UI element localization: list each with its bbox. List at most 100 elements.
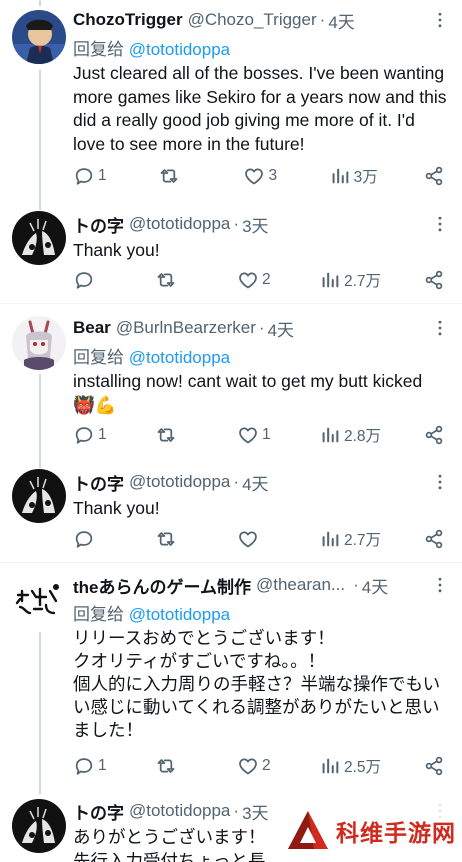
tweet-text: リリースおめでとうございます！ クオリティがすごいですね。。！ 個人的に入力周り… [73,628,441,740]
timestamp[interactable]: 4天 [268,316,294,341]
display-name[interactable]: Bear [73,318,111,338]
reply-icon [73,755,95,777]
reply-icon [73,424,95,446]
views-button[interactable]: 3万 [329,162,378,190]
retweet-icon [155,528,177,550]
avatar[interactable] [12,10,66,64]
share-button[interactable] [423,525,445,553]
reply-count: 1 [98,167,107,184]
tweet[interactable]: Bear @BurlnBearzerker · 4天 回复给 @tototido… [0,304,462,460]
more-icon[interactable] [430,573,450,597]
separator-dot: · [258,318,265,337]
avatar[interactable] [12,211,66,265]
views-icon [319,269,341,291]
retweet-button[interactable] [155,752,195,780]
share-button[interactable] [423,266,445,294]
retweet-icon [155,424,177,446]
like-button[interactable]: 2 [237,266,277,294]
retweet-icon [155,755,177,777]
share-button[interactable] [423,752,445,780]
view-count: 2.7万 [343,532,382,549]
reply-count: 1 [98,426,107,443]
avatar[interactable] [12,573,66,627]
reply-button[interactable]: 1 [73,421,113,449]
share-icon [423,165,445,187]
user-handle[interactable]: @Chozo_Trigger [188,10,317,30]
watermark: 科维手游网 [272,800,462,862]
timestamp[interactable]: 4天 [242,470,268,495]
display-name[interactable]: トの字 [73,470,124,495]
more-icon[interactable] [430,470,450,494]
reply-button[interactable]: 1 [73,752,113,780]
like-count: 2 [261,757,271,774]
display-name[interactable]: theあらんのゲーム制作 [73,573,251,598]
tweet[interactable]: ChozoTrigger @Chozo_Trigger · 4天 回复给 @to… [0,0,462,200]
like-count: 3 [268,167,278,184]
mention-link[interactable]: @tototidoppa [129,348,230,367]
mention-link[interactable]: @tototidoppa [129,40,230,59]
like-count: 2 [261,271,271,288]
retweet-button[interactable] [155,266,195,294]
user-handle[interactable]: @tototidoppa [129,214,230,234]
timestamp[interactable]: 3天 [242,212,268,237]
like-icon [237,424,259,446]
emoji: 👹💪 [73,394,117,415]
tweet-text: Thank you! [73,240,160,260]
like-button[interactable]: 2 [237,752,277,780]
reply-button[interactable]: 1 [73,162,113,190]
avatar[interactable] [12,469,66,523]
like-button[interactable] [237,525,277,553]
reply-button[interactable] [73,266,113,294]
user-handle[interactable]: @tototidoppa [129,801,230,821]
views-button[interactable]: 2.7万 [319,525,381,553]
like-button[interactable]: 3 [243,162,283,190]
display-name[interactable]: トの字 [73,799,124,824]
more-icon[interactable] [430,212,450,236]
retweet-button[interactable] [155,525,195,553]
timestamp[interactable]: 3天 [242,799,268,824]
separator-dot: · [233,472,240,491]
share-button[interactable] [423,162,445,190]
views-icon [319,755,341,777]
views-icon [329,165,351,187]
views-button[interactable]: 2.7万 [319,266,381,294]
avatar-image [12,469,66,523]
like-count: 1 [261,426,271,443]
view-count: 2.7万 [343,273,382,290]
tweet[interactable]: theあらんのゲーム制作 @thearan... · 4天 回复给 @totot… [0,563,462,789]
reply-context: 回复给 @tototidoppa [73,35,450,59]
views-icon [319,424,341,446]
display-name[interactable]: ChozoTrigger [73,10,183,30]
reply-button[interactable] [73,525,113,553]
more-icon[interactable] [430,8,450,32]
avatar[interactable] [12,316,66,370]
share-icon [423,424,445,446]
avatar-image [12,211,66,265]
views-button[interactable]: 2.5万 [319,752,381,780]
share-button[interactable] [423,421,445,449]
mention-link[interactable]: @tototidoppa [129,605,230,624]
like-icon [237,755,259,777]
tweet-text: installing now! cant wait to get my butt… [73,370,450,417]
user-handle[interactable]: @tototidoppa [129,472,230,492]
user-handle[interactable]: @BurlnBearzerker [116,318,256,338]
timestamp[interactable]: 4天 [328,8,354,33]
view-count: 2.8万 [343,428,382,445]
retweet-button[interactable] [155,421,195,449]
avatar[interactable] [12,799,66,853]
tweet[interactable]: トの字 @tototidoppa · 4天 Thank you! 2.7万 [0,460,462,562]
views-button[interactable]: 2.8万 [319,421,381,449]
retweet-button[interactable] [158,162,198,190]
user-handle[interactable]: @thearan... [256,575,345,595]
watermark-text: 科维手游网 [336,820,456,846]
retweet-icon [158,165,180,187]
share-icon [423,755,445,777]
like-button[interactable]: 1 [237,421,277,449]
separator-dot: · [233,801,240,820]
timestamp[interactable]: 4天 [362,573,388,598]
reply-prefix: 回复给 [73,605,129,624]
more-icon[interactable] [430,316,450,340]
tweet[interactable]: トの字 @tototidoppa · 3天 Thank you! 2 2.7万 [0,200,462,303]
display-name[interactable]: トの字 [73,212,124,237]
share-icon [423,269,445,291]
